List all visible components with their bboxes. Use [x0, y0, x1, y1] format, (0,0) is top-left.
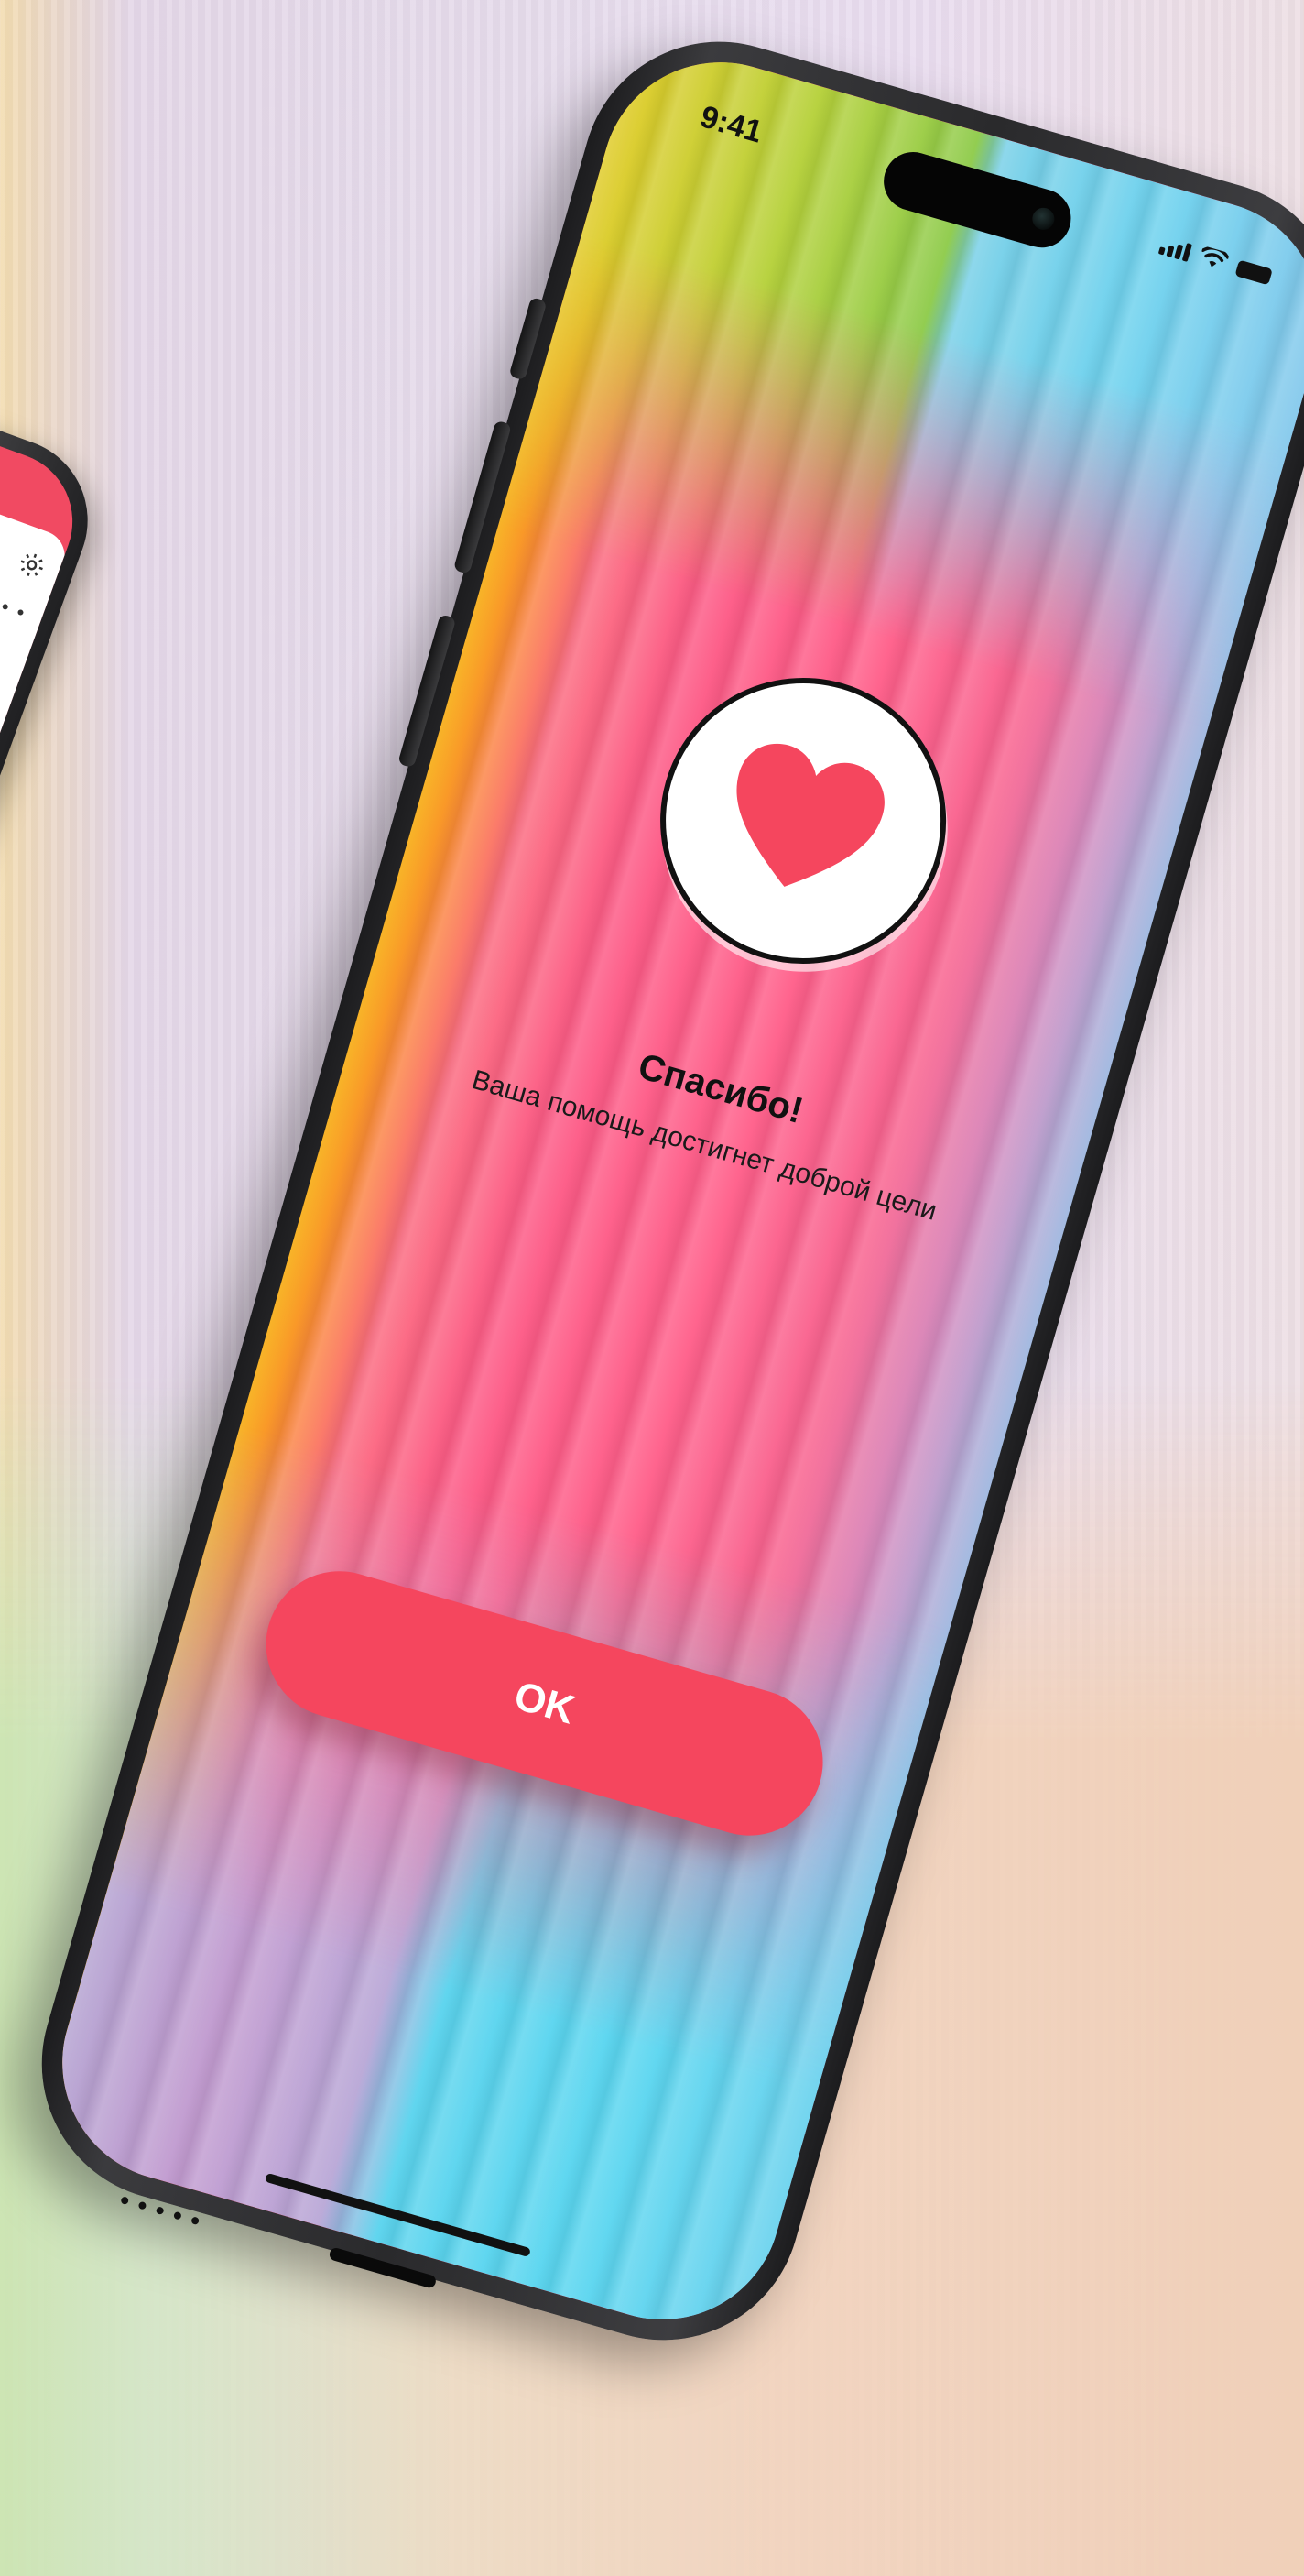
- ok-button[interactable]: OK: [248, 1554, 841, 1853]
- more-dots-icon: • •: [0, 595, 30, 626]
- heart-icon: [736, 743, 885, 887]
- heart-badge: [626, 644, 981, 998]
- gear-icon[interactable]: [8, 541, 55, 588]
